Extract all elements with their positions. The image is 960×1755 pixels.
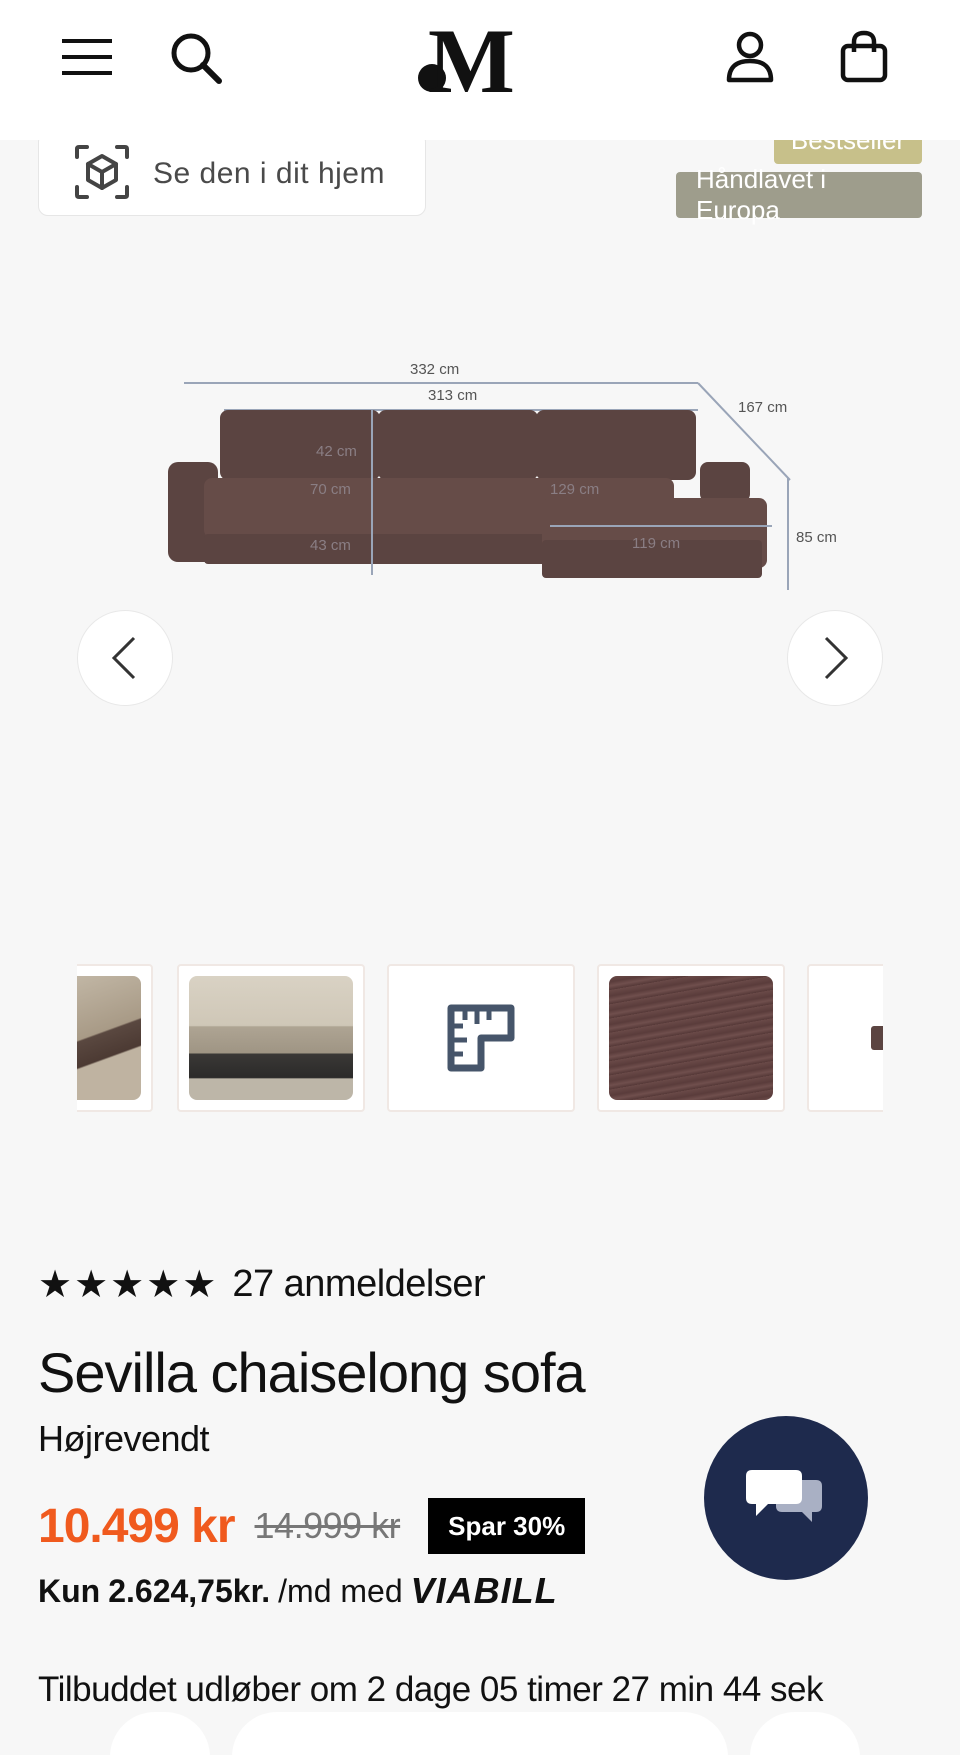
reviews-link[interactable]: 27 anmeldelser — [232, 1263, 485, 1306]
current-price: 10.499 kr — [38, 1499, 236, 1553]
previous-image-button[interactable] — [77, 610, 173, 706]
product-image-dimensions: 332 cm 313 cm 167 cm 42 cm 70 cm 43 cm 1… — [140, 340, 860, 610]
handmade-badge: Håndlavet i Europa — [676, 164, 922, 225]
search-icon[interactable] — [166, 28, 226, 88]
cart-icon[interactable] — [832, 26, 896, 88]
dim-height: 85 cm — [796, 529, 837, 546]
thumb-living-room[interactable] — [177, 964, 365, 1112]
chat-button[interactable] — [704, 1416, 868, 1580]
thumb-dimensions[interactable] — [387, 964, 575, 1112]
next-image-button[interactable] — [787, 610, 883, 706]
view-in-home-label: Se den i dit hjem — [153, 157, 385, 190]
dim-total-width: 332 cm — [410, 361, 459, 378]
bottom-nav-right[interactable] — [750, 1712, 860, 1755]
finance-suffix: /md med — [278, 1572, 403, 1609]
dim-depth: 167 cm — [738, 399, 787, 416]
chevron-right-icon — [824, 636, 849, 680]
viabill-logo: VIABILL — [410, 1570, 558, 1611]
chevron-left-icon — [111, 636, 136, 680]
original-price: 14.999 kr — [254, 1505, 401, 1546]
site-header: M — [0, 0, 960, 140]
rating-stars: ★★★★★ — [38, 1264, 219, 1306]
finance-prefix: Kun — [38, 1572, 101, 1609]
thumb-lifestyle-partial[interactable] — [77, 964, 153, 1112]
thumbnail-strip — [77, 964, 883, 1114]
bottom-nav-center[interactable] — [232, 1712, 728, 1755]
chat-bubbles-icon — [746, 1470, 822, 1522]
price-row: 10.499 kr 14.999 kr Spar 30% — [38, 1498, 586, 1554]
bottom-nav-left[interactable] — [110, 1712, 210, 1755]
menu-icon[interactable] — [58, 30, 116, 84]
account-icon[interactable] — [718, 26, 782, 88]
dim-back-height: 42 cm — [316, 443, 357, 460]
product-title: Sevilla chaiselong sofa — [38, 1341, 586, 1404]
dim-chaise-length: 129 cm — [550, 481, 599, 498]
thumb-sofa-partial[interactable] — [807, 964, 883, 1112]
financing-info: Kun 2.624,75kr. /md med VIABILL — [38, 1570, 558, 1612]
ruler-icon — [447, 1004, 515, 1072]
logo-text: M — [428, 14, 515, 98]
sofa-illustration — [168, 410, 767, 578]
offer-countdown: Tilbuddet udløber om 2 dage 05 timer 27 … — [38, 1670, 823, 1709]
dim-chaise-width: 119 cm — [632, 535, 680, 552]
finance-amount: 2.624,75kr. — [108, 1572, 271, 1609]
ar-cube-icon — [73, 143, 131, 206]
dim-inner-width: 313 cm — [428, 387, 477, 404]
brand-logo[interactable]: M — [410, 14, 540, 98]
view-in-home-button[interactable]: Se den i dit hjem — [38, 132, 426, 216]
product-rating: ★★★★★ 27 anmeldelser — [38, 1262, 486, 1307]
thumb-fabric[interactable] — [597, 964, 785, 1112]
dim-seat-height: 43 cm — [310, 537, 351, 554]
discount-badge: Spar 30% — [428, 1498, 586, 1554]
dim-seat-depth: 70 cm — [310, 481, 351, 498]
product-variant: Højrevendt — [38, 1418, 210, 1459]
